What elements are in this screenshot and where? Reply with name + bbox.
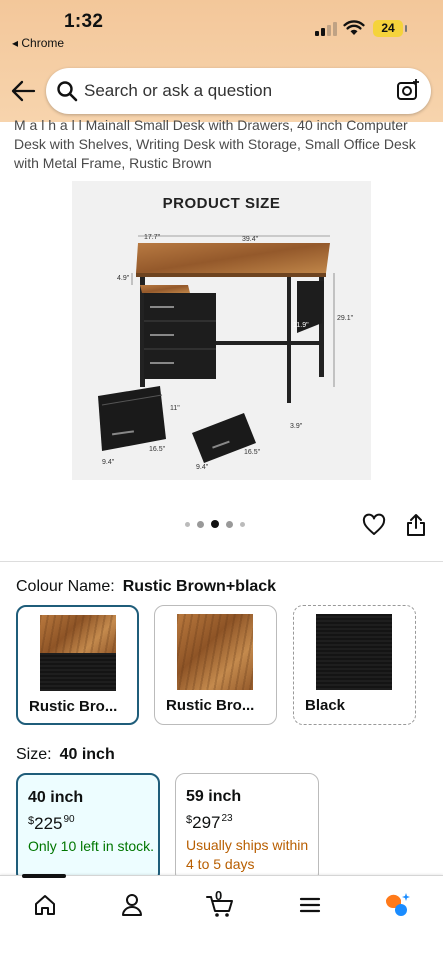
dimension-width: 39.4" (242, 236, 259, 243)
account-icon[interactable] (117, 890, 147, 920)
colour-option-label: Rustic Bro... (29, 698, 118, 715)
price-whole: 297 (192, 813, 221, 832)
size-label: Size: (16, 746, 52, 763)
share-icon[interactable] (405, 513, 427, 537)
camera-search-icon[interactable] (396, 78, 420, 102)
search-bar[interactable] (46, 68, 431, 114)
carousel-dot[interactable] (185, 521, 190, 527)
dimension-bag: 11.9" (293, 322, 309, 329)
size-option-name: 59 inch (186, 788, 242, 805)
colour-option-rustic-brown-black[interactable]: Rustic Bro... (16, 605, 139, 725)
search-icon (57, 81, 78, 102)
size-selected-value: 40 inch (59, 746, 115, 763)
colour-option-black[interactable]: Black (293, 605, 416, 725)
colour-label: Colour Name: (16, 578, 115, 595)
dimension-drawer-depth: 16.5" (149, 446, 166, 453)
carousel-dot[interactable] (240, 521, 245, 527)
dimension-small-drawer-width: 9.4" (196, 464, 209, 471)
cellular-signal-icon (315, 22, 337, 36)
price-fraction: 23 (221, 813, 233, 824)
swatch-image (40, 615, 116, 691)
top-header: 1:32 ◂ Chrome 24 (0, 0, 443, 122)
colour-selected-value: Rustic Brown+black (122, 578, 277, 595)
dimension-small-drawer-height: 3.9" (290, 423, 303, 430)
dimension-shelf-height: 4.9" (117, 275, 130, 282)
carousel-dot[interactable] (197, 520, 204, 528)
swatch-image (177, 614, 253, 690)
desk-illustration (98, 235, 335, 463)
battery-indicator: 24 (373, 20, 407, 37)
status-time: 1:32 (64, 11, 104, 32)
back-to-app-link[interactable]: ◂ Chrome (12, 36, 64, 50)
heart-icon[interactable] (362, 513, 386, 537)
colour-name-row: Colour Name: Rustic Brown+black (16, 578, 276, 596)
dimension-drawer-width: 9.4" (102, 459, 115, 466)
rufus-assistant-icon[interactable] (382, 890, 412, 920)
size-option-40-inch[interactable]: 40 inch $22590 Only 10 left in stock. (16, 773, 160, 883)
back-app-name: Chrome (21, 36, 65, 50)
colour-option-rustic-brown[interactable]: Rustic Bro... (154, 605, 277, 725)
dimension-height: 29.1" (337, 315, 354, 322)
back-arrow-icon[interactable] (10, 78, 36, 104)
image-carousel-dots[interactable] (185, 520, 245, 528)
availability-text: Only 10 left in stock. (28, 838, 155, 854)
availability-text: Usually ships within 4 to 5 days (186, 837, 309, 872)
carousel-dot-active[interactable] (211, 520, 219, 528)
cart-count: 0 (215, 888, 223, 903)
size-row: Size: 40 inch (16, 746, 115, 764)
cart-button[interactable]: 0 (205, 888, 235, 920)
price-fraction: 90 (63, 814, 75, 825)
section-divider (0, 561, 443, 562)
dimension-small-drawer-depth: 16.5" (244, 449, 261, 456)
dimension-drawer-height: 11" (170, 405, 180, 412)
menu-icon[interactable] (295, 890, 325, 920)
swatch-image (316, 614, 392, 690)
wifi-icon (343, 20, 365, 35)
product-title[interactable]: M a l h a l l Mainall Small Desk with Dr… (14, 116, 434, 173)
active-tab-indicator (22, 874, 66, 878)
size-option-59-inch[interactable]: 59 inch $29723 Usually ships within 4 to… (175, 773, 319, 883)
product-image[interactable]: PRODUCT SIZE 17.7" 39.4" 4.9" 29.1" 11.9… (72, 181, 371, 480)
home-icon[interactable] (30, 890, 60, 920)
size-option-price: $29723 (186, 813, 233, 833)
search-input[interactable] (84, 79, 374, 103)
size-option-price: $22590 (28, 814, 75, 834)
colour-option-label: Rustic Bro... (166, 697, 255, 714)
colour-option-label: Black (305, 697, 346, 714)
carousel-dot[interactable] (226, 520, 233, 528)
size-option-name: 40 inch (28, 789, 84, 806)
dimension-depth: 17.7" (144, 234, 161, 241)
bottom-navigation: 0 (0, 874, 443, 960)
price-whole: 225 (34, 814, 63, 833)
